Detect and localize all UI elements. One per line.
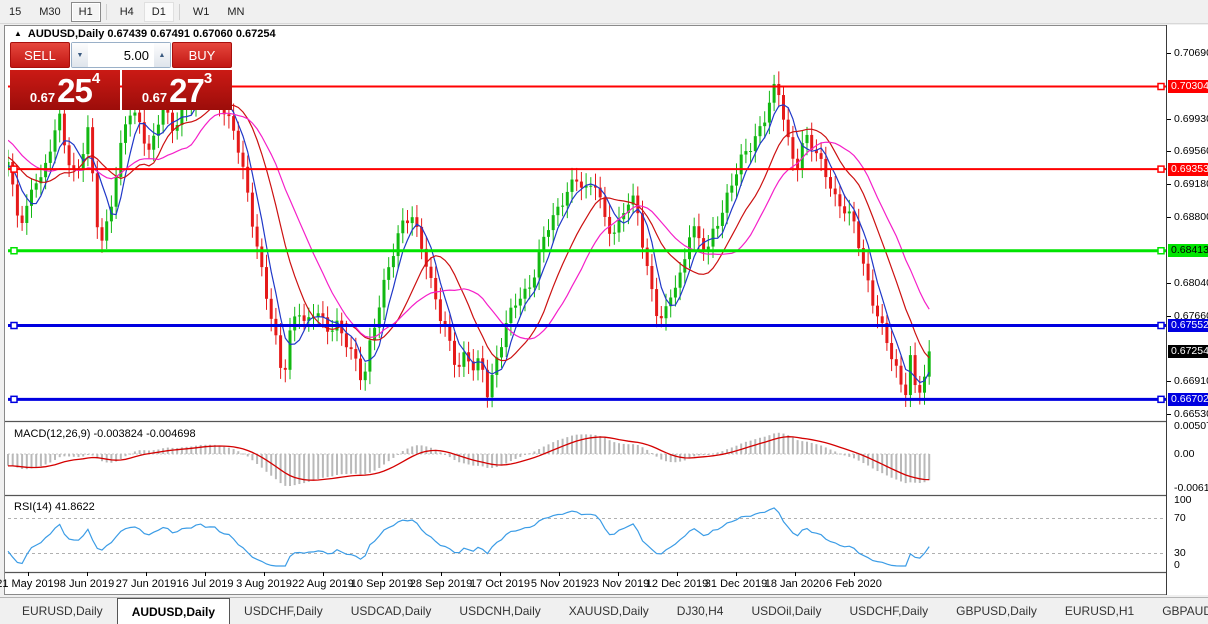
date-label: 3 Aug 2019: [236, 578, 292, 590]
rsi-axis-label: 100: [1174, 494, 1192, 506]
price-axis[interactable]: 0.70690 0.69930 0.69560 0.69180 0.68800 0.680…: [1167, 25, 1208, 595]
date-label: 21 May 2019: [0, 578, 60, 590]
volume-control: ▼ 5.00 ▲: [71, 42, 171, 68]
rsi-label: RSI(14) 41.8622: [14, 501, 95, 513]
date-label: 22 Aug 2019: [292, 578, 354, 590]
date-label: 31 Dec 2019: [704, 578, 768, 590]
volume-up-icon[interactable]: ▲: [154, 43, 170, 67]
price-tick-label: 0.70690: [1174, 47, 1208, 59]
price-level-badge: 0.66702: [1168, 392, 1208, 406]
date-label: 28 Sep 2019: [409, 578, 473, 590]
price-tick-mark: [1167, 184, 1171, 186]
date-tick-mark: [382, 572, 383, 576]
chart-tab-bar: EURUSD,Daily AUDUSD,Daily USDCHF,Daily USDC…: [0, 597, 1208, 624]
price-tick-label: 0.69930: [1174, 113, 1208, 125]
chart-tab-usdoil[interactable]: USDOil,Daily: [737, 598, 835, 624]
price-tick-label: 0.69180: [1174, 178, 1208, 191]
sell-button[interactable]: SELL: [10, 42, 70, 68]
sell-price-sup: 4: [91, 70, 101, 87]
date-tick-mark: [28, 572, 29, 576]
price-level-badge: 0.69353: [1168, 162, 1208, 176]
date-label: 12 Dec 2019: [645, 578, 709, 590]
macd-label: MACD(12,26,9) -0.003824 -0.004698: [14, 428, 196, 440]
price-tick-label: 0.68040: [1174, 277, 1208, 290]
date-tick-mark: [854, 572, 855, 576]
date-tick-mark: [87, 572, 88, 576]
chart-tab-eurusd[interactable]: EURUSD,H1: [1051, 598, 1148, 624]
date-label: 23 Nov 2019: [586, 578, 650, 590]
price-level-badge: 0.67254: [1168, 344, 1208, 358]
chart-tab-usdcnh[interactable]: USDCNH,Daily: [445, 598, 554, 624]
macd-axis-label: 0.00: [1174, 448, 1195, 460]
macd-axis-label: -0.00614: [1174, 481, 1208, 494]
chart-tab-usdchf[interactable]: USDCHF,Daily: [835, 598, 942, 624]
chart-tab-dj30[interactable]: DJ30,H4: [663, 598, 738, 624]
sell-price-box[interactable]: 0.67 25 4: [10, 70, 120, 110]
price-level-badge: 0.70304: [1168, 80, 1208, 94]
chart-title: ▲ AUDUSD,Daily 0.67439 0.67491 0.67060 0.…: [14, 28, 276, 40]
chart-tab-usdcad[interactable]: USDCAD,Daily: [337, 598, 446, 624]
buy-price-sup: 3: [203, 70, 213, 87]
sell-price-big: 25: [57, 72, 93, 109]
buy-price-big: 27: [169, 72, 205, 109]
date-tick-mark: [146, 572, 147, 576]
date-label: 6 Feb 2020: [826, 578, 882, 590]
price-tick-label: 0.69560: [1174, 145, 1208, 158]
rsi-axis-label: 30: [1174, 547, 1186, 559]
price-tick-label: 0.66530: [1174, 408, 1208, 421]
price-tick-mark: [1167, 217, 1171, 219]
date-label: 16 Jul 2019: [176, 578, 234, 590]
mt4-terminal: { "toolbar": { "timeframes": [ {"label":…: [0, 0, 1208, 624]
buy-price-prefix: 0.67: [141, 90, 168, 105]
rsi-axis-label: 70: [1174, 512, 1186, 524]
buy-price-box[interactable]: 0.67 27 3: [122, 70, 232, 110]
date-tick-mark: [736, 572, 737, 576]
price-level-badge: 0.68413: [1168, 244, 1208, 258]
buy-button[interactable]: BUY: [172, 42, 232, 68]
date-tick-mark: [205, 572, 206, 576]
price-tick-label: 0.66910: [1174, 375, 1208, 388]
main-price-pane[interactable]: [7, 71, 931, 408]
date-axis[interactable]: 21 May 2019 8 Jun 2019 27 Jun 2019 16 Jul 2…: [0, 572, 1166, 594]
chart-title-text: AUDUSD,Daily 0.67439 0.67491 0.67060 0.6…: [27, 28, 276, 40]
macd-axis-label: 0.005076: [1174, 419, 1208, 432]
one-click-trading-panel: SELL ▼ 5.00 ▲ BUY 0.67 25 4 0.67 27 3: [10, 42, 232, 110]
date-tick-mark: [618, 572, 619, 576]
price-tick-mark: [1167, 151, 1171, 153]
chart-tab-gbpusd[interactable]: GBPUSD,Daily: [942, 598, 1051, 624]
chart-tab-xauusd[interactable]: XAUUSD,Daily: [555, 598, 663, 624]
date-label: 18 Jan 2020: [764, 578, 826, 590]
rsi-axis-label: 0: [1174, 559, 1180, 571]
date-tick-mark: [795, 572, 796, 576]
chart-tab-audusd[interactable]: AUDUSD,Daily: [116, 598, 231, 624]
date-tick-mark: [500, 572, 501, 576]
price-tick-mark: [1167, 414, 1171, 416]
date-tick-mark: [559, 572, 560, 576]
date-label: 5 Nov 2019: [530, 578, 588, 590]
date-label: 17 Oct 2019: [470, 578, 530, 590]
date-tick-mark: [323, 572, 324, 576]
price-tick-mark: [1167, 283, 1171, 285]
date-label: 27 Jun 2019: [115, 578, 177, 590]
chart-tab-gbpaud[interactable]: GBPAUD,H1: [1148, 598, 1208, 624]
chart-tab-usdchf[interactable]: USDCHF,Daily: [230, 598, 337, 624]
date-label: 8 Jun 2019: [59, 578, 115, 590]
price-tick-mark: [1167, 316, 1171, 318]
date-tick-mark: [677, 572, 678, 576]
price-tick-mark: [1167, 53, 1171, 54]
price-level-badge: 0.67552: [1168, 319, 1208, 332]
date-tick-mark: [441, 572, 442, 576]
collapse-panel-icon[interactable]: ▲: [14, 29, 22, 38]
sell-price-prefix: 0.67: [29, 90, 56, 105]
price-tick-mark: [1167, 381, 1171, 383]
price-tick-label: 0.68800: [1174, 211, 1208, 224]
price-tick-mark: [1167, 119, 1171, 120]
volume-down-icon[interactable]: ▼: [72, 43, 88, 67]
date-label: 10 Sep 2019: [350, 578, 414, 590]
date-tick-mark: [264, 572, 265, 576]
chart-tab-eurusd[interactable]: EURUSD,Daily: [8, 598, 117, 624]
